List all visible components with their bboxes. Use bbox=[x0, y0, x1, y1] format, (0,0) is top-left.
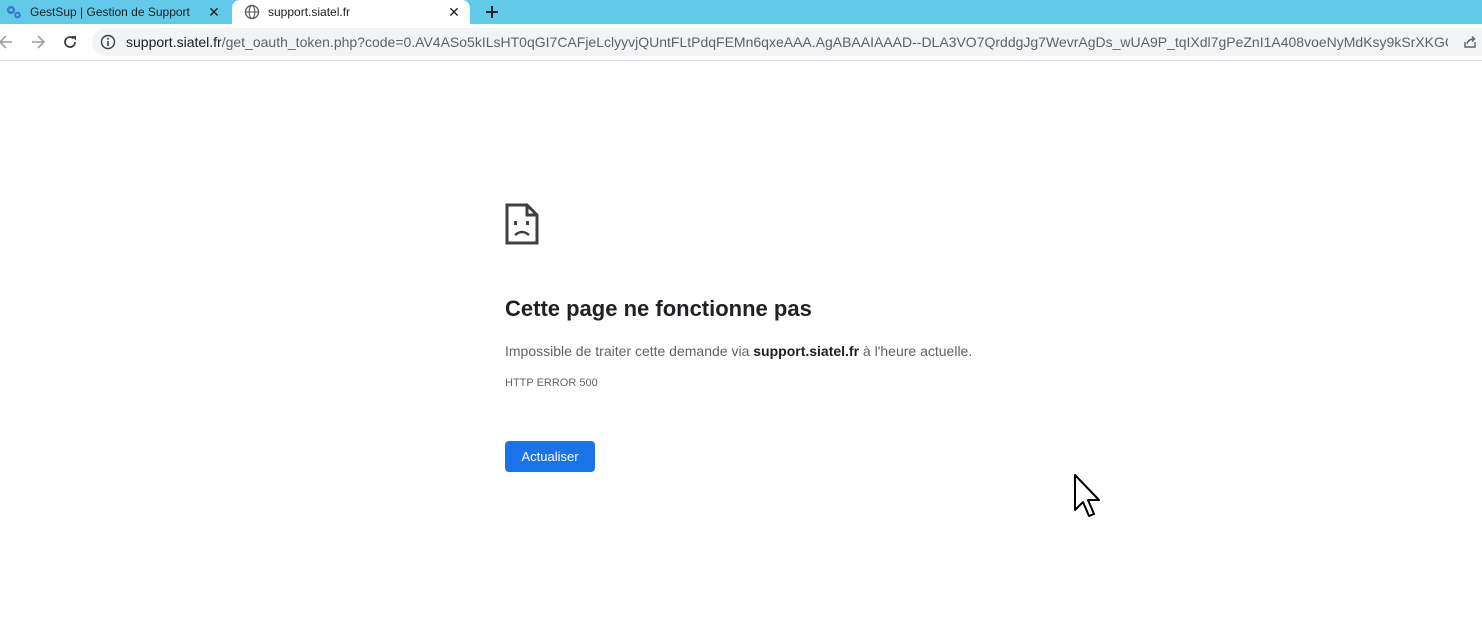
tab-gestsup[interactable]: GestSup | Gestion de Support ✕ bbox=[0, 0, 230, 24]
info-icon[interactable] bbox=[100, 34, 116, 50]
tab-strip: GestSup | Gestion de Support ✕ support.s… bbox=[0, 0, 1482, 24]
new-tab-button[interactable] bbox=[480, 0, 504, 24]
back-arrow-icon bbox=[0, 35, 12, 49]
reload-page-button[interactable]: Actualiser bbox=[505, 441, 595, 472]
mouse-cursor-icon bbox=[1074, 474, 1100, 517]
url-path: /get_oauth_token.php?code=0.AV4ASo5kILsH… bbox=[221, 34, 1448, 50]
back-button[interactable] bbox=[0, 30, 18, 54]
close-icon[interactable]: ✕ bbox=[206, 4, 222, 20]
sad-document-icon bbox=[505, 203, 539, 245]
globe-icon bbox=[244, 4, 260, 20]
gears-icon bbox=[7, 6, 21, 19]
error-desc-suffix: à l'heure actuelle. bbox=[859, 343, 973, 359]
reload-button[interactable] bbox=[58, 30, 82, 54]
tab-title: support.siatel.fr bbox=[268, 5, 351, 19]
browser-toolbar: support.siatel.fr/get_oauth_token.php?co… bbox=[0, 24, 1482, 61]
error-content: Cette page ne fonctionne pas Impossible … bbox=[505, 203, 1205, 472]
url-text: support.siatel.fr/get_oauth_token.php?co… bbox=[126, 34, 1448, 50]
forward-button[interactable] bbox=[26, 30, 50, 54]
close-icon[interactable]: ✕ bbox=[446, 4, 462, 20]
refresh-icon bbox=[64, 36, 76, 48]
error-desc-host: support.siatel.fr bbox=[753, 343, 860, 359]
forward-arrow-icon bbox=[32, 35, 46, 49]
error-code: HTTP ERROR 500 bbox=[505, 377, 598, 389]
address-bar[interactable]: support.siatel.fr/get_oauth_token.php?co… bbox=[92, 28, 1482, 56]
share-icon[interactable] bbox=[1462, 34, 1478, 50]
tab-title: GestSup | Gestion de Support bbox=[30, 5, 190, 19]
error-description: Impossible de traiter cette demande via … bbox=[505, 341, 1205, 361]
error-title: Cette page ne fonctionne pas bbox=[505, 296, 812, 321]
tab-support-siatel[interactable]: support.siatel.fr ✕ bbox=[232, 0, 470, 24]
url-host: support.siatel.fr bbox=[126, 34, 222, 50]
plus-icon bbox=[486, 6, 498, 18]
error-desc-prefix: Impossible de traiter cette demande via bbox=[505, 343, 754, 359]
